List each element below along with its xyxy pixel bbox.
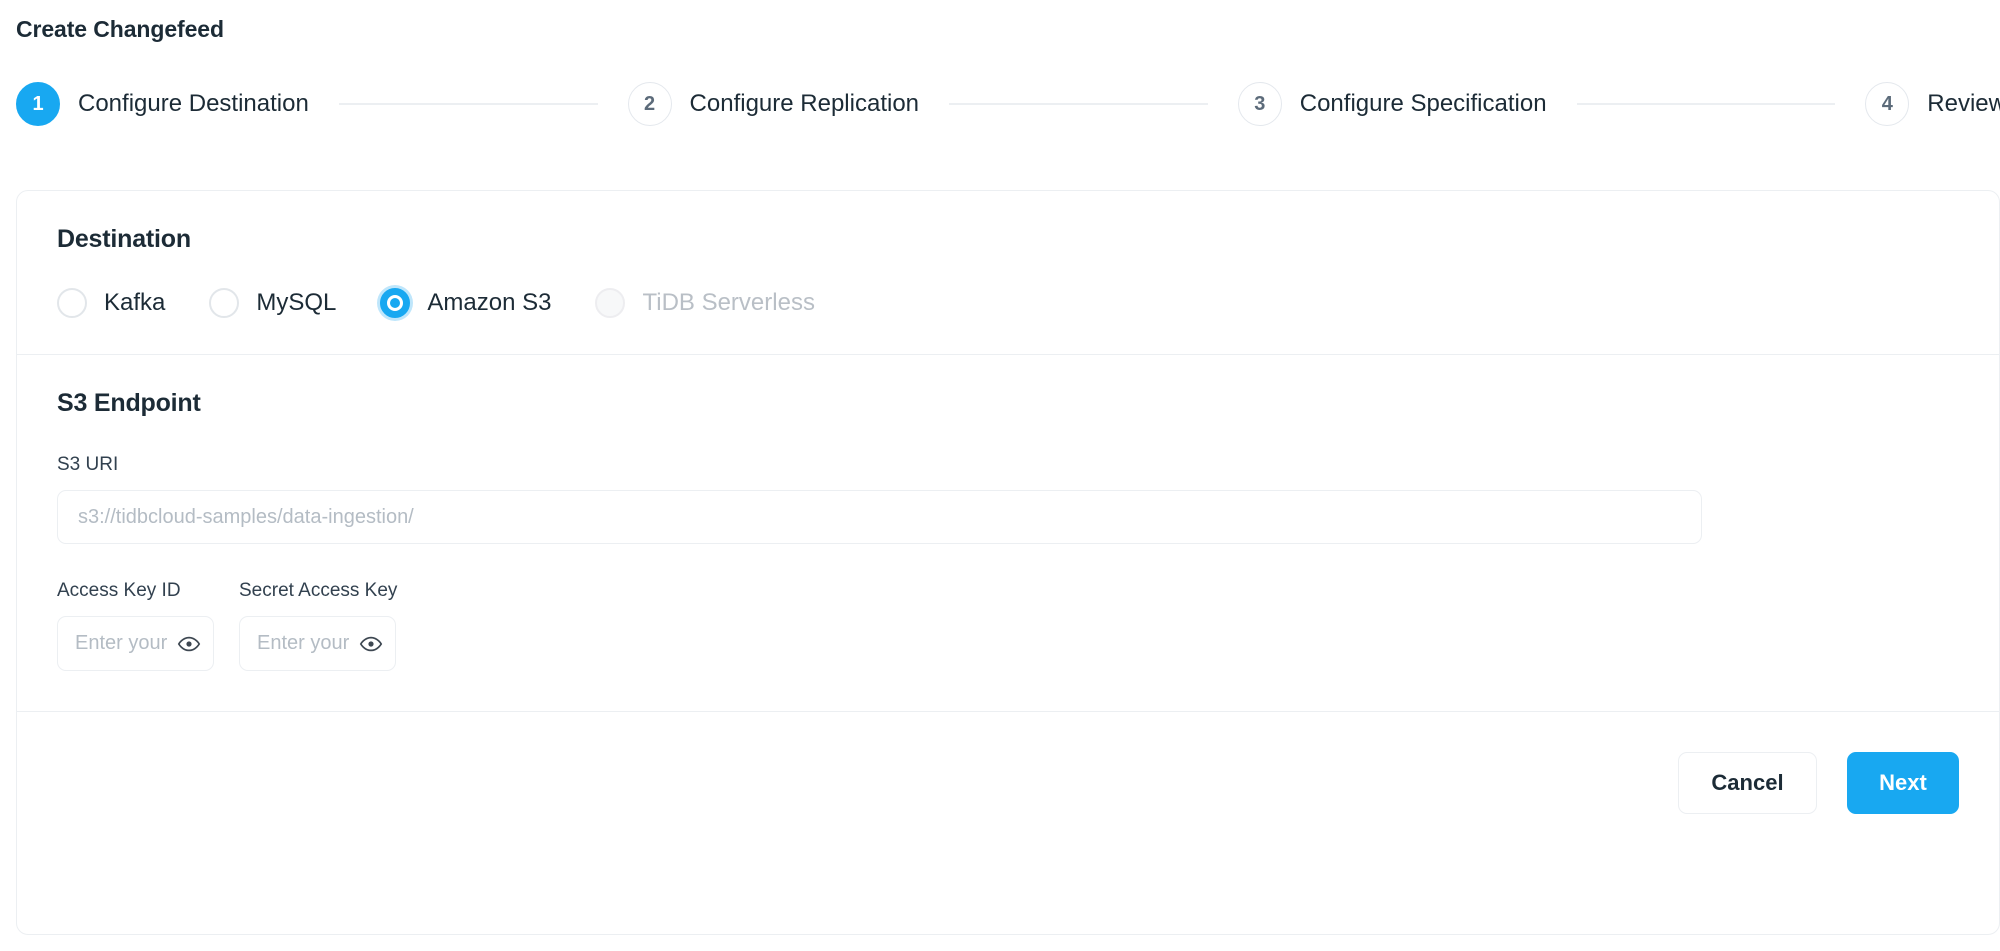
destination-option-amazon-s3[interactable]: Amazon S3 bbox=[380, 288, 551, 318]
destination-section-title: Destination bbox=[57, 225, 191, 253]
step-connector-1 bbox=[338, 103, 598, 105]
step-4-number: 4 bbox=[1865, 82, 1910, 126]
s3-uri-input[interactable]: s3://tidbcloud-samples/data-ingestion/ bbox=[57, 490, 1702, 544]
wizard-stepper: 1 Configure Destination 2 Configure Repl… bbox=[16, 78, 2000, 130]
destination-option-tidb-serverless-label: TiDB Serverless bbox=[642, 289, 815, 316]
step-4-label: Review bbox=[1927, 90, 2000, 117]
key-field-labels: Access Key ID Secret Access Key bbox=[57, 580, 1959, 602]
card-footer: Cancel Next bbox=[17, 712, 1999, 854]
step-3-label: Configure Specification bbox=[1299, 90, 1547, 117]
step-2-configure-replication[interactable]: 2 Configure Replication bbox=[627, 82, 920, 126]
step-1-label: Configure Destination bbox=[78, 90, 309, 117]
destination-option-amazon-s3-label: Amazon S3 bbox=[427, 289, 552, 316]
radio-mysql-icon[interactable] bbox=[209, 288, 240, 318]
create-changefeed-page: Create Changefeed 1 Configure Destinatio… bbox=[0, 0, 2000, 951]
step-1-number: 1 bbox=[16, 82, 60, 126]
step-2-label: Configure Replication bbox=[689, 90, 920, 117]
step-1-configure-destination[interactable]: 1 Configure Destination bbox=[16, 82, 309, 126]
s3-uri-label: S3 URI bbox=[57, 454, 119, 475]
secret-access-key-placeholder: Enter your Secret Access Key bbox=[257, 632, 353, 654]
step-3-configure-specification[interactable]: 3 Configure Specification bbox=[1237, 82, 1547, 126]
s3-endpoint-section-title: S3 Endpoint bbox=[57, 389, 201, 417]
radio-amazon-s3-selected-icon[interactable] bbox=[380, 288, 411, 318]
step-4-review[interactable]: 4 Review bbox=[1865, 82, 2000, 126]
next-button[interactable]: Next bbox=[1847, 752, 1959, 814]
eye-icon[interactable] bbox=[177, 632, 201, 656]
access-key-id-placeholder: Enter your Access Key ID bbox=[75, 632, 171, 654]
destination-option-kafka-label: Kafka bbox=[104, 289, 166, 316]
secret-access-key-input[interactable]: Enter your Secret Access Key bbox=[239, 616, 396, 671]
destination-option-tidb-serverless: TiDB Serverless bbox=[595, 288, 815, 318]
step-connector-2 bbox=[949, 103, 1208, 105]
step-connector-3 bbox=[1576, 103, 1836, 105]
step-3-number: 3 bbox=[1237, 82, 1282, 126]
radio-tidb-serverless-disabled-icon bbox=[595, 288, 626, 318]
destination-section: Destination Kafka MySQL Amazon S3 TiDB S… bbox=[17, 191, 1999, 354]
changefeed-form-card: Destination Kafka MySQL Amazon S3 TiDB S… bbox=[16, 190, 2000, 935]
destination-option-kafka[interactable]: Kafka bbox=[57, 288, 165, 318]
secret-access-key-label: Secret Access Key bbox=[239, 580, 398, 601]
page-title: Create Changefeed bbox=[16, 16, 224, 42]
s3-endpoint-section: S3 Endpoint S3 URI s3://tidbcloud-sample… bbox=[17, 355, 1999, 711]
destination-radio-group: Kafka MySQL Amazon S3 TiDB Serverless bbox=[57, 288, 1959, 318]
s3-uri-placeholder: s3://tidbcloud-samples/data-ingestion/ bbox=[78, 505, 414, 528]
eye-icon[interactable] bbox=[359, 632, 383, 656]
access-key-id-label: Access Key ID bbox=[57, 580, 181, 601]
key-field-inputs: Enter your Access Key ID Enter your Secr… bbox=[57, 616, 1959, 671]
destination-option-mysql[interactable]: MySQL bbox=[209, 288, 336, 318]
radio-kafka-icon[interactable] bbox=[57, 288, 87, 318]
cancel-button[interactable]: Cancel bbox=[1678, 752, 1817, 814]
destination-option-mysql-label: MySQL bbox=[256, 289, 337, 316]
step-2-number: 2 bbox=[627, 82, 672, 126]
access-key-id-input[interactable]: Enter your Access Key ID bbox=[57, 616, 214, 671]
